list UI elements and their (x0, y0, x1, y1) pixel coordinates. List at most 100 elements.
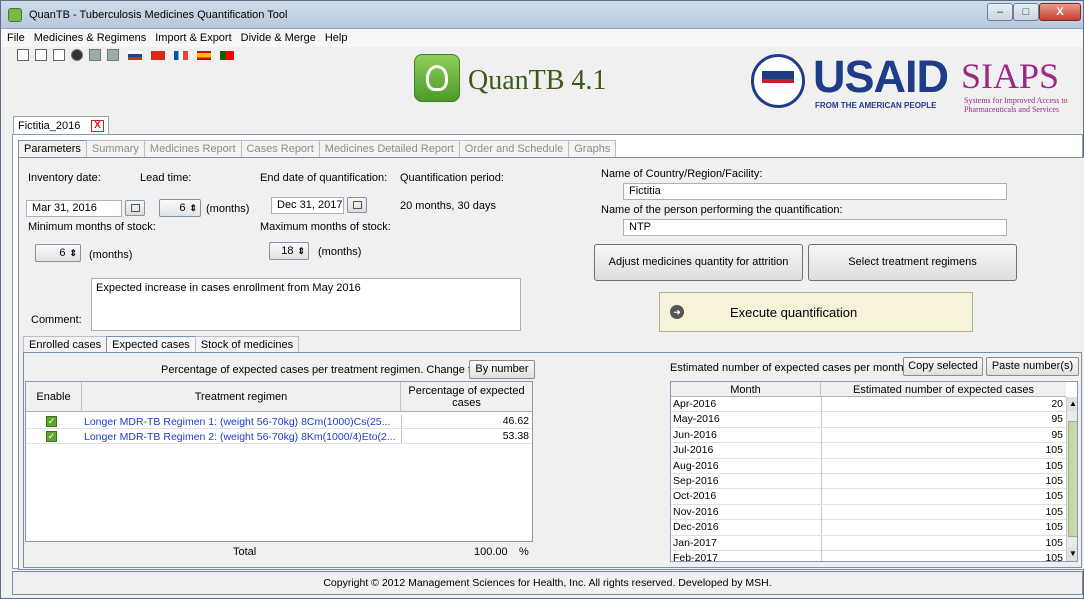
document-tab[interactable]: Fictitia_2016 X (13, 116, 109, 135)
cases-cell[interactable]: 105 (821, 489, 1066, 505)
calculator-icon[interactable] (89, 49, 101, 62)
cases-cell[interactable]: 105 (821, 551, 1066, 561)
tab-summary[interactable]: Summary (85, 140, 145, 157)
tab-enrolled-cases[interactable]: Enrolled cases (23, 336, 108, 353)
menu-help[interactable]: Help (319, 29, 351, 44)
regimen-row[interactable]: ✓ Longer MDR-TB Regimen 1: (weight 56-70… (26, 415, 532, 429)
tab-graphs[interactable]: Graphs (568, 140, 617, 157)
copy-selected-button[interactable]: Copy selected (903, 357, 983, 376)
scroll-up-icon[interactable]: ▲ (1067, 397, 1077, 411)
inventory-date-field[interactable]: Mar 31, 2016 (26, 200, 122, 217)
flag-spain-icon[interactable] (197, 50, 212, 60)
paste-numbers-button[interactable]: Paste number(s) (986, 357, 1079, 376)
new-file-icon[interactable] (17, 49, 29, 62)
month-row[interactable]: Nov-2016 105 (671, 504, 1066, 521)
cases-cell[interactable]: 105 (821, 443, 1066, 459)
max-stock-stepper[interactable]: 18 ⇕ (269, 242, 309, 260)
tab-stock-of-medicines[interactable]: Stock of medicines (194, 336, 300, 353)
month-cell: Jun-2016 (673, 428, 717, 441)
month-column-header[interactable]: Month (671, 382, 821, 397)
month-row[interactable]: Jul-2016 105 (671, 443, 1066, 459)
comment-textarea[interactable]: Expected increase in cases enrollment fr… (91, 278, 521, 331)
tab-medicines-report[interactable]: Medicines Report (143, 140, 242, 157)
close-tab-icon[interactable]: X (91, 120, 104, 132)
regimen-percentage-caption: Percentage of expected cases per treatme… (161, 364, 481, 376)
menu-medicines-regimens[interactable]: Medicines & Regimens (28, 29, 150, 44)
regimen-percentage-cell[interactable]: 46.62 (401, 415, 532, 428)
month-row[interactable]: Oct-2016 105 (671, 489, 1066, 505)
country-field[interactable]: Fictitia (623, 183, 1007, 200)
month-row[interactable]: Sep-2016 105 (671, 474, 1066, 490)
calendar-icon (353, 201, 362, 209)
title-bar[interactable]: QuanTB - Tuberculosis Medicines Quantifi… (1, 1, 1083, 29)
execute-quantification-button[interactable]: ➜ Execute quantification (659, 292, 973, 332)
select-regimens-button[interactable]: Select treatment regimens (808, 244, 1017, 281)
quantification-period-value: 20 months, 30 days (400, 200, 497, 212)
min-stock-label: Minimum months of stock: (28, 221, 156, 233)
spinner-arrows-icon: ⇕ (297, 245, 305, 256)
month-row[interactable]: Jun-2016 95 (671, 427, 1066, 444)
cases-column-header[interactable]: Estimated number of expected cases (821, 382, 1066, 397)
cases-cell[interactable]: 105 (821, 458, 1066, 474)
regimen-row[interactable]: ✓ Longer MDR-TB Regimen 2: (weight 56-70… (26, 430, 532, 444)
month-row[interactable]: Feb-2017 105 (671, 551, 1066, 561)
person-label: Name of the person performing the quanti… (601, 204, 843, 216)
enable-column-header[interactable]: Enable (26, 382, 82, 412)
month-row[interactable]: Dec-2016 105 (671, 520, 1066, 536)
flag-portugal-icon[interactable] (220, 50, 235, 60)
regimen-column-header[interactable]: Treatment regimen (82, 382, 401, 412)
tab-order-and-schedule[interactable]: Order and Schedule (458, 140, 570, 157)
cases-cell[interactable]: 105 (821, 535, 1066, 551)
cases-cell[interactable]: 95 (821, 412, 1066, 428)
cases-cell[interactable]: 105 (821, 474, 1066, 489)
open-file-icon[interactable] (35, 49, 47, 62)
month-row[interactable]: Apr-2016 20 (671, 397, 1066, 413)
report-icon[interactable] (107, 49, 119, 62)
maximize-button[interactable]: □ (1013, 3, 1039, 21)
execute-icon[interactable] (71, 49, 83, 62)
app-brand-name: QuanTB 4.1 (468, 65, 607, 96)
month-row[interactable]: Aug-2016 105 (671, 458, 1066, 474)
cases-cell[interactable]: 105 (821, 504, 1066, 520)
flag-russia-icon[interactable] (128, 50, 143, 60)
min-stock-unit: (months) (89, 249, 133, 261)
month-row[interactable]: May-2016 95 (671, 412, 1066, 428)
enable-checkbox[interactable]: ✓ (46, 431, 57, 442)
menu-file[interactable]: File (1, 29, 28, 44)
scrollbar-thumb[interactable] (1068, 421, 1077, 537)
adjust-attrition-button[interactable]: Adjust medicines quantity for attrition (594, 244, 803, 281)
regimen-name: Longer MDR-TB Regimen 2: (weight 56-70kg… (84, 431, 396, 443)
menu-divide-merge[interactable]: Divide & Merge (235, 29, 319, 44)
cases-cell[interactable]: 20 (821, 397, 1066, 412)
cases-cell[interactable]: 95 (821, 427, 1066, 443)
month-row[interactable]: Jan-2017 105 (671, 535, 1066, 551)
cases-cell[interactable]: 105 (821, 520, 1066, 536)
lead-time-stepper[interactable]: 6 ⇕ (159, 199, 201, 217)
regimen-percentage-cell[interactable]: 53.38 (401, 430, 532, 443)
app-window: QuanTB - Tuberculosis Medicines Quantifi… (0, 0, 1084, 599)
save-icon[interactable] (53, 49, 65, 62)
end-date-calendar-button[interactable] (347, 197, 367, 213)
tab-cases-report[interactable]: Cases Report (240, 140, 320, 157)
minimize-button[interactable]: – (987, 3, 1013, 21)
total-unit: % (519, 546, 529, 558)
tab-parameters[interactable]: Parameters (18, 140, 87, 157)
tab-medicines-detailed-report[interactable]: Medicines Detailed Report (318, 140, 460, 157)
end-date-field[interactable]: Dec 31, 2017 (271, 197, 344, 214)
flag-china-icon[interactable] (151, 50, 166, 60)
comment-label: Comment: (31, 314, 82, 326)
menu-import-export[interactable]: Import & Export (149, 29, 234, 44)
scroll-down-icon[interactable]: ▼ (1067, 547, 1077, 561)
percentage-column-header[interactable]: Percentage of expected cases (401, 382, 532, 412)
enable-checkbox[interactable]: ✓ (46, 416, 57, 427)
close-window-button[interactable]: X (1039, 3, 1081, 21)
flag-france-icon[interactable] (174, 50, 189, 60)
tab-expected-cases[interactable]: Expected cases (106, 336, 196, 353)
min-stock-stepper[interactable]: 6 ⇕ (35, 244, 81, 262)
max-stock-label: Maximum months of stock: (260, 221, 391, 233)
inventory-calendar-button[interactable] (125, 200, 145, 216)
monthly-table-scrollbar[interactable]: ▲ ▼ (1066, 397, 1077, 561)
person-field[interactable]: NTP (623, 219, 1007, 236)
by-number-button[interactable]: By number (469, 360, 535, 379)
month-cell: Oct-2016 (673, 490, 717, 503)
